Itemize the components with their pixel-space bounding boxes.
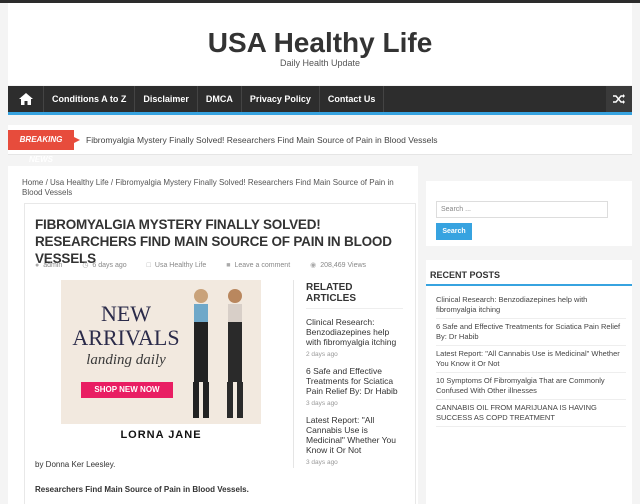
related-item[interactable]: Latest Report: "All Cannabis Use is Medi… [306, 415, 403, 466]
category-link[interactable]: Usa Healthy Life [155, 262, 206, 269]
folder-icon: □ [146, 261, 151, 269]
main-nav: Conditions A to Z Disclaimer DMCA Privac… [8, 86, 632, 115]
search-input[interactable]: Search ... [436, 201, 608, 218]
nav-item-dmca[interactable]: DMCA [198, 86, 242, 112]
site-tagline: Daily Health Update [279, 58, 361, 68]
related-title[interactable]: Latest Report: "All Cannabis Use is Medi… [306, 415, 403, 455]
breaking-news-label: Breaking News [8, 130, 80, 164]
nav-item-contact[interactable]: Contact Us [320, 86, 385, 112]
sidebar: Search ... Search Recent Posts Clinical … [426, 166, 632, 504]
recent-posts-heading: Recent Posts [430, 270, 501, 280]
author-link[interactable]: admin [43, 262, 62, 269]
nav-item-privacy[interactable]: Privacy Policy [242, 86, 320, 112]
recent-post-link[interactable]: Clinical Research: Benzodiazepines help … [436, 292, 626, 319]
recent-post-link[interactable]: Latest Report: "All Cannabis Use is Medi… [436, 346, 626, 373]
eye-icon: ◉ [310, 262, 317, 269]
ad-models-image [193, 289, 243, 418]
comments-link[interactable]: Leave a comment [235, 262, 291, 269]
ad-subline: landing daily [86, 352, 166, 368]
recent-post-link[interactable]: 10 Symptoms Of Fibromyalgia That are Com… [436, 373, 626, 400]
related-item[interactable]: Clinical Research: Benzodiazepines help … [306, 317, 403, 358]
random-post-button[interactable] [606, 86, 632, 112]
home-button[interactable] [8, 86, 44, 112]
clock-icon: ◷ [82, 262, 89, 269]
related-articles: Related Articles Clinical Research: Benz… [293, 280, 403, 468]
site-title[interactable]: USA Healthy Life [8, 27, 632, 59]
heading-underline [426, 284, 632, 286]
ad-line-1: NEW [100, 301, 152, 326]
related-date: 2 days ago [306, 351, 338, 358]
recent-posts-widget: Recent Posts Clinical Research: Benzodia… [426, 260, 632, 504]
view-count: 208,469 Views [320, 261, 367, 269]
search-widget: Search ... Search [426, 180, 632, 246]
related-title[interactable]: 6 Safe and Effective Treatments for Scia… [306, 366, 403, 396]
breadcrumb[interactable]: Home / Usa Healthy Life / Fibromyalgia M… [22, 178, 412, 198]
breaking-news-bar: Breaking News Fibromyalgia Mystery Final… [8, 125, 632, 164]
ad-line-2: ARRIVALS [72, 325, 180, 350]
nav-item-conditions[interactable]: Conditions A to Z [44, 86, 136, 112]
nav-item-disclaimer[interactable]: Disclaimer [135, 86, 198, 112]
advertisement[interactable]: NEW ARRIVALS landing daily SHOP NEW NOW … [61, 280, 261, 446]
article-title: Fibromyalgia Mystery Finally Solved! Res… [35, 217, 392, 266]
ad-brand: LORNA JANE [61, 424, 261, 446]
ad-cta-button[interactable]: SHOP NEW NOW [81, 382, 173, 398]
post-date: 6 days ago [92, 261, 127, 269]
article-lead: Researchers Find Main Source of Pain in … [35, 485, 249, 494]
ad-headline: NEW ARRIVALS [71, 302, 181, 350]
search-button[interactable]: Search [436, 223, 472, 240]
user-icon: ● [35, 261, 40, 269]
comment-icon: ■ [226, 261, 231, 269]
related-heading: Related Articles [306, 282, 403, 309]
article-card: Fibromyalgia Mystery Finally Solved! Res… [24, 203, 416, 504]
related-item[interactable]: 6 Safe and Effective Treatments for Scia… [306, 366, 403, 407]
related-date: 3 days ago [306, 400, 338, 407]
home-icon [18, 93, 33, 105]
site-header: USA Healthy Life Daily Health Update [8, 3, 632, 85]
shuffle-icon [613, 94, 625, 104]
recent-post-link[interactable]: 6 Safe and Effective Treatments for Scia… [436, 319, 626, 346]
article-byline: by Donna Ker Leesley. [35, 460, 116, 469]
article-meta: ● admin ◷ 6 days ago □ Usa Healthy Life … [35, 261, 367, 270]
related-date: 3 days ago [306, 459, 338, 466]
breaking-news-link[interactable]: Fibromyalgia Mystery Finally Solved! Res… [86, 130, 437, 150]
related-title[interactable]: Clinical Research: Benzodiazepines help … [306, 317, 403, 347]
recent-post-link[interactable]: CANNABIS OIL FROM MARIJUANA IS HAVING SU… [436, 400, 626, 427]
